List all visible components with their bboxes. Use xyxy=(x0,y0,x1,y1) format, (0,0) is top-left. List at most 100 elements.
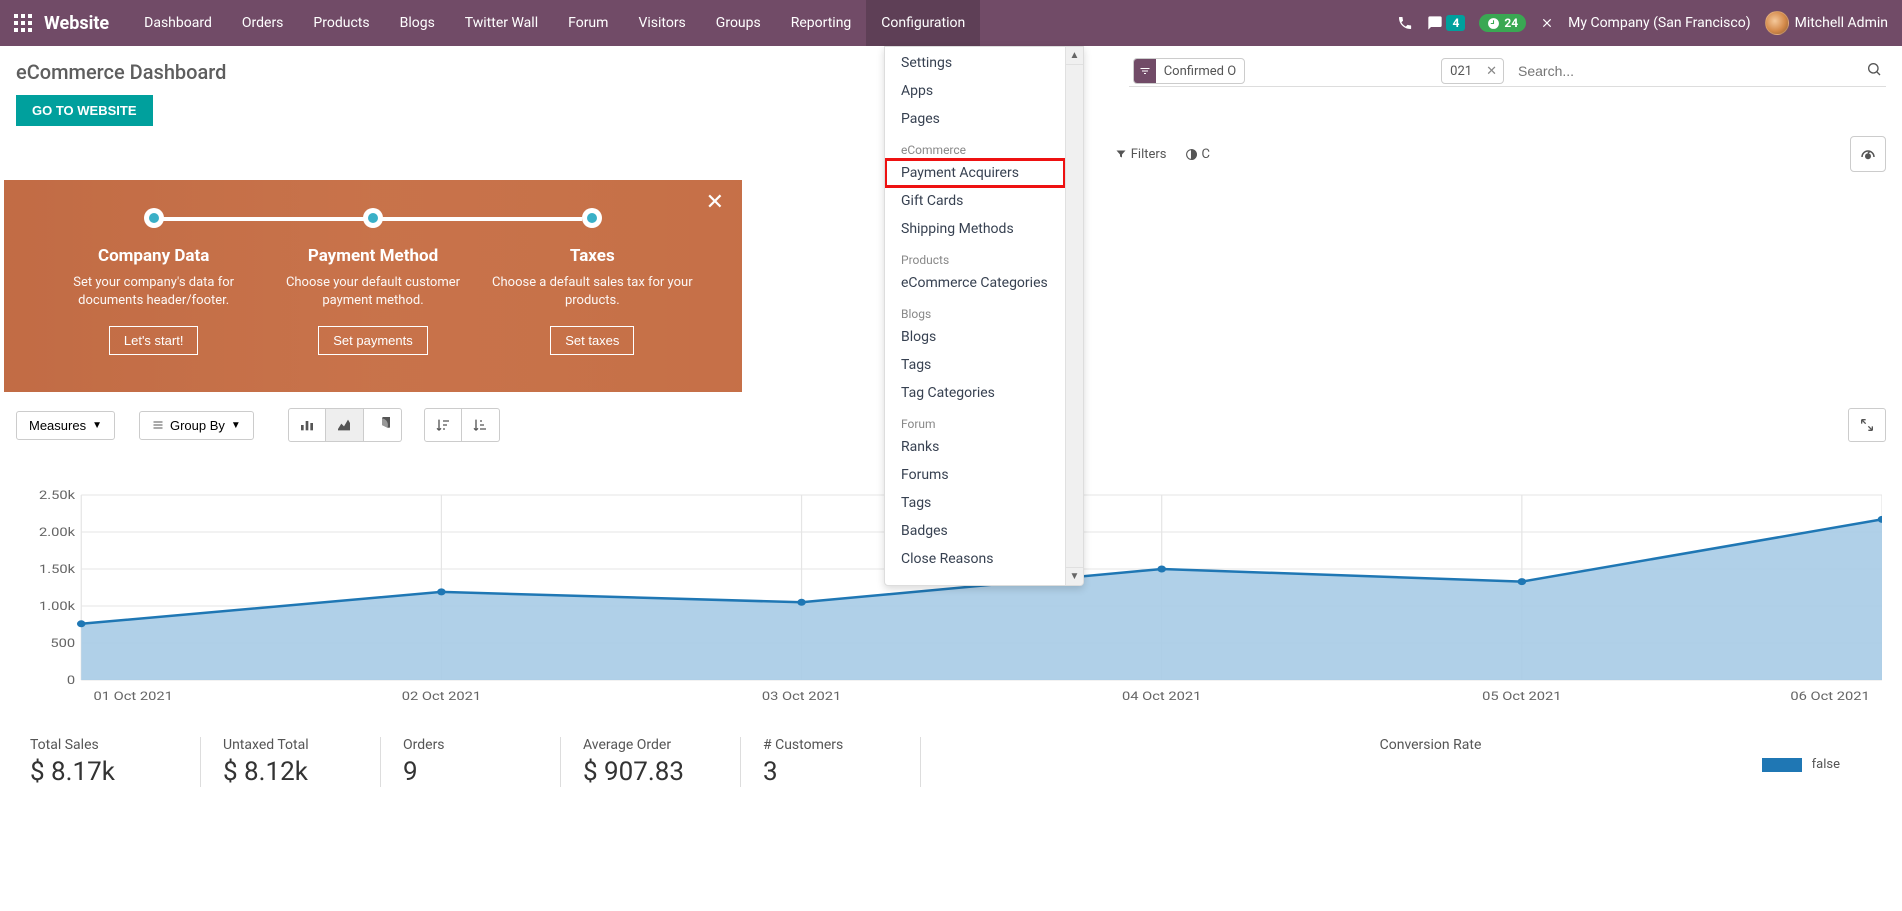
user-menu[interactable]: Mitchell Admin xyxy=(1765,11,1888,35)
filter-chip-year[interactable]: 021 ✕ xyxy=(1441,58,1504,84)
ytick: 500 xyxy=(50,637,75,650)
menu-gift-cards[interactable]: Gift Cards xyxy=(885,187,1065,215)
chip-year-remove-icon[interactable]: ✕ xyxy=(1480,64,1503,79)
step-dot-icon xyxy=(363,208,383,228)
kpi-untaxed-total: Untaxed Total $ 8.12k xyxy=(200,737,380,787)
search-bar: Confirmed O 021 ✕ xyxy=(1129,56,1886,87)
app-brand[interactable]: Website xyxy=(44,13,109,34)
menu-ecommerce-categories[interactable]: eCommerce Categories xyxy=(885,269,1065,297)
nav-forum[interactable]: Forum xyxy=(553,0,623,46)
nav-orders[interactable]: Orders xyxy=(227,0,299,46)
menu-pages[interactable]: Pages xyxy=(885,105,1065,133)
view-dashboard-toggle[interactable] xyxy=(1850,136,1886,172)
menu-apps[interactable]: Apps xyxy=(885,77,1065,105)
xtick: 03 Oct 2021 xyxy=(762,690,841,703)
filters-label: Filters xyxy=(1131,147,1167,162)
kpi-value: $ 8.17k xyxy=(30,757,178,787)
activity-clock-badge[interactable]: 24 xyxy=(1479,14,1526,32)
nav-groups[interactable]: Groups xyxy=(701,0,776,46)
go-to-website-button[interactable]: GO TO WEBSITE xyxy=(16,95,153,126)
menu-close-reasons[interactable]: Close Reasons xyxy=(885,545,1065,573)
xtick: 01 Oct 2021 xyxy=(94,690,173,703)
user-name: Mitchell Admin xyxy=(1795,15,1888,31)
menu-blogs[interactable]: Blogs xyxy=(885,323,1065,351)
ytick: 1.50k xyxy=(39,563,75,576)
menu-settings[interactable]: Settings xyxy=(885,49,1065,77)
step-title: Company Data xyxy=(44,246,263,266)
ytick: 1.00k xyxy=(39,600,75,613)
chip-confirmed-label: Confirmed O xyxy=(1156,64,1244,79)
kpi-customers: # Customers 3 xyxy=(740,737,920,787)
group-by-button[interactable]: Group By ▼ xyxy=(139,411,254,440)
menu-tag-categories[interactable]: Tag Categories xyxy=(885,379,1065,407)
menu-forums[interactable]: Forums xyxy=(885,461,1065,489)
top-navbar: Website Dashboard Orders Products Blogs … xyxy=(0,0,1902,46)
filter-chip-confirmed[interactable]: Confirmed O xyxy=(1133,58,1245,84)
onboard-step-company: Company Data Set your company's data for… xyxy=(44,208,263,355)
comparison-label: C xyxy=(1202,147,1210,162)
nav-dashboard[interactable]: Dashboard xyxy=(129,0,227,46)
ytick: 0 xyxy=(67,674,75,687)
menu-shipping-methods[interactable]: Shipping Methods xyxy=(885,215,1065,243)
scroll-up-arrow-icon[interactable]: ▲ xyxy=(1066,47,1083,65)
dropdown-scrollbar[interactable]: ▲ ▼ xyxy=(1065,47,1083,585)
step-dot-icon xyxy=(582,208,602,228)
sort-desc-button[interactable] xyxy=(424,408,462,442)
chart-type-group xyxy=(288,408,402,442)
set-taxes-button[interactable]: Set taxes xyxy=(550,326,634,355)
menu-forum-tags[interactable]: Tags xyxy=(885,489,1065,517)
bar-chart-button[interactable] xyxy=(288,408,326,442)
nav-products[interactable]: Products xyxy=(298,0,384,46)
sort-group xyxy=(424,408,500,442)
xtick: 06 Oct 2021 xyxy=(1790,690,1869,703)
company-selector[interactable]: My Company (San Francisco) xyxy=(1568,15,1750,31)
close-session-icon[interactable] xyxy=(1540,16,1554,30)
search-input[interactable] xyxy=(1510,59,1860,83)
onboard-step-payment: Payment Method Choose your default custo… xyxy=(263,208,482,355)
menu-payment-acquirers[interactable]: Payment Acquirers xyxy=(885,159,1065,187)
menu-badges[interactable]: Badges xyxy=(885,517,1065,545)
lets-start-button[interactable]: Let's start! xyxy=(109,326,199,355)
set-payments-button[interactable]: Set payments xyxy=(318,326,428,355)
kpi-label: Average Order xyxy=(583,737,718,753)
kpi-label: Total Sales xyxy=(30,737,178,753)
filters-button[interactable]: Filters xyxy=(1115,147,1167,162)
xtick: 04 Oct 2021 xyxy=(1122,690,1201,703)
menu-group-blogs: Blogs xyxy=(885,297,1065,323)
page-title: eCommerce Dashboard xyxy=(16,60,226,84)
phone-icon[interactable] xyxy=(1397,15,1413,31)
menu-group-forum: Forum xyxy=(885,407,1065,433)
menu-blog-tags[interactable]: Tags xyxy=(885,351,1065,379)
sort-asc-button[interactable] xyxy=(462,408,500,442)
step-desc: Choose your default customer payment met… xyxy=(263,274,482,310)
menu-ranks[interactable]: Ranks xyxy=(885,433,1065,461)
step-title: Payment Method xyxy=(263,246,482,266)
caret-down-icon: ▼ xyxy=(92,420,102,431)
search-icon[interactable] xyxy=(1866,61,1882,81)
kpi-value: $ 8.12k xyxy=(223,757,358,787)
scroll-down-arrow-icon[interactable]: ▼ xyxy=(1066,567,1083,585)
caret-down-icon: ▼ xyxy=(231,420,241,431)
area-chart-button[interactable] xyxy=(326,408,364,442)
conversion-legend: false xyxy=(1001,757,1860,772)
pie-chart-button[interactable] xyxy=(364,408,402,442)
step-desc: Set your company's data for documents he… xyxy=(44,274,263,310)
menu-online-appointments[interactable]: Online Appointments xyxy=(885,581,1065,586)
nav-blogs[interactable]: Blogs xyxy=(385,0,450,46)
kpi-label: Orders xyxy=(403,737,538,753)
xtick: 05 Oct 2021 xyxy=(1482,690,1561,703)
apps-grid-icon[interactable] xyxy=(8,8,38,38)
nav-configuration[interactable]: Configuration xyxy=(866,0,980,46)
measures-button[interactable]: Measures ▼ xyxy=(16,411,115,440)
nav-visitors[interactable]: Visitors xyxy=(623,0,700,46)
group-by-label: Group By xyxy=(170,418,225,433)
step-desc: Choose a default sales tax for your prod… xyxy=(483,274,702,310)
nav-reporting[interactable]: Reporting xyxy=(776,0,867,46)
nav-twitter-wall[interactable]: Twitter Wall xyxy=(450,0,553,46)
clock-badge-count: 24 xyxy=(1504,16,1518,30)
messages-icon[interactable]: 4 xyxy=(1427,15,1465,31)
expand-chart-button[interactable] xyxy=(1848,408,1886,442)
kpi-value: 3 xyxy=(763,757,898,787)
comparison-button[interactable]: C xyxy=(1185,147,1210,162)
chip-year-label: 021 xyxy=(1442,64,1480,79)
